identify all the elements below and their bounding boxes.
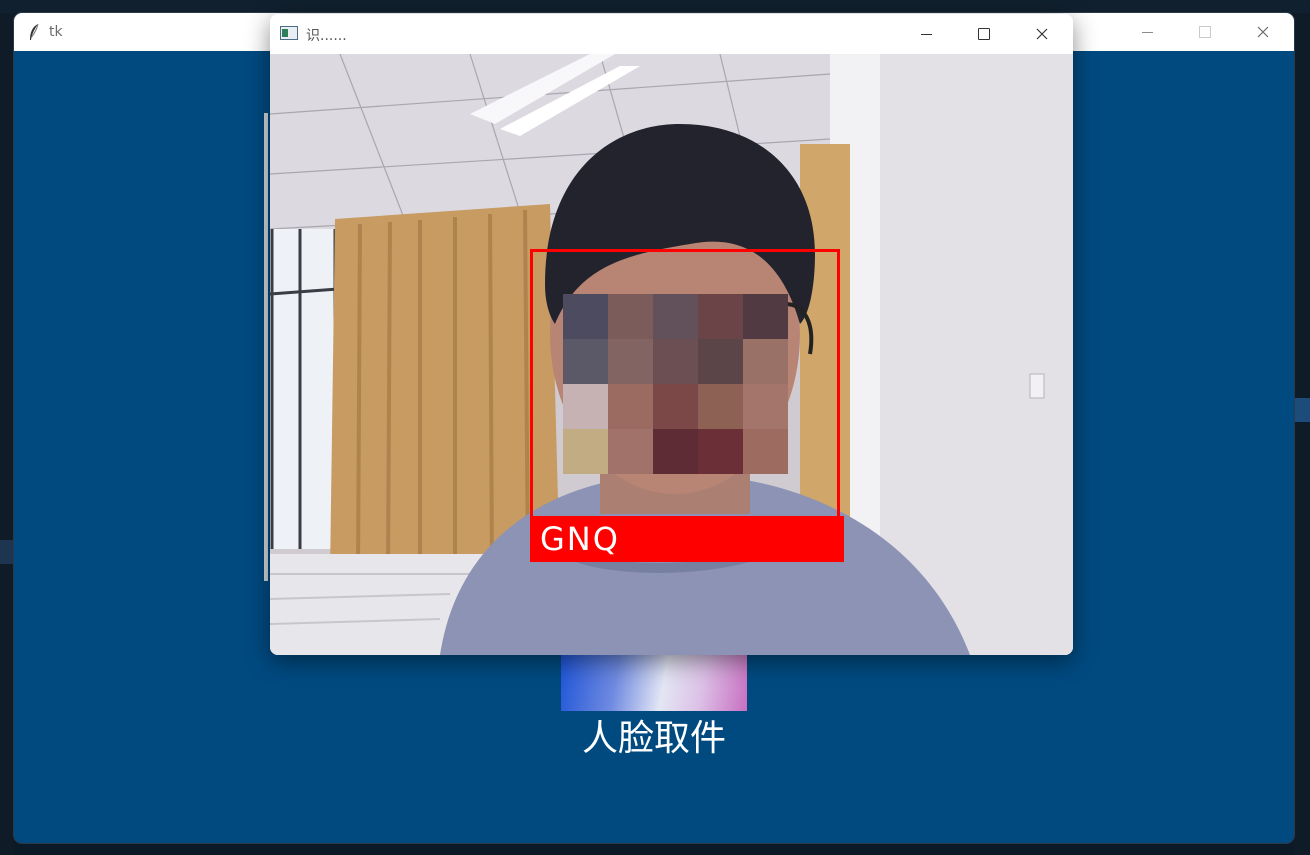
camera-minimize-button[interactable] <box>897 14 955 54</box>
ide-right-panel <box>1294 13 1310 855</box>
tk-close-button[interactable] <box>1234 13 1292 51</box>
camera-maximize-button[interactable] <box>955 14 1013 54</box>
ide-highlight-left <box>0 540 14 564</box>
camera-window-title: 识...... <box>306 28 347 44</box>
face-detection-box <box>530 249 840 554</box>
face-pickup-caption: 人脸取件 <box>581 718 726 759</box>
minimize-icon <box>920 33 932 35</box>
camera-window: 识...... GNQ <box>270 14 1073 655</box>
ide-left-panel <box>0 13 14 855</box>
ide-highlight-row <box>1294 398 1310 422</box>
maximize-icon <box>978 28 990 40</box>
tk-window-title: tk <box>49 24 63 40</box>
face-pickup-button-image[interactable] <box>561 655 747 711</box>
maximize-icon <box>1199 26 1211 38</box>
minimize-icon <box>1141 31 1153 33</box>
feather-icon <box>30 23 39 40</box>
app-window-icon <box>280 26 298 40</box>
camera-titlebar[interactable]: 识...... <box>270 14 1073 54</box>
camera-feed: GNQ <box>270 54 1073 655</box>
close-icon <box>1257 26 1269 38</box>
camera-close-button[interactable] <box>1013 14 1071 54</box>
tk-minimize-button[interactable] <box>1118 13 1176 51</box>
face-label-text: GNQ <box>540 520 620 558</box>
tk-maximize-button[interactable] <box>1176 13 1234 51</box>
face-label-plate: GNQ <box>530 516 844 562</box>
close-icon <box>1036 28 1048 40</box>
image-panel-edge <box>264 113 268 581</box>
ide-top-strip <box>0 0 1310 13</box>
